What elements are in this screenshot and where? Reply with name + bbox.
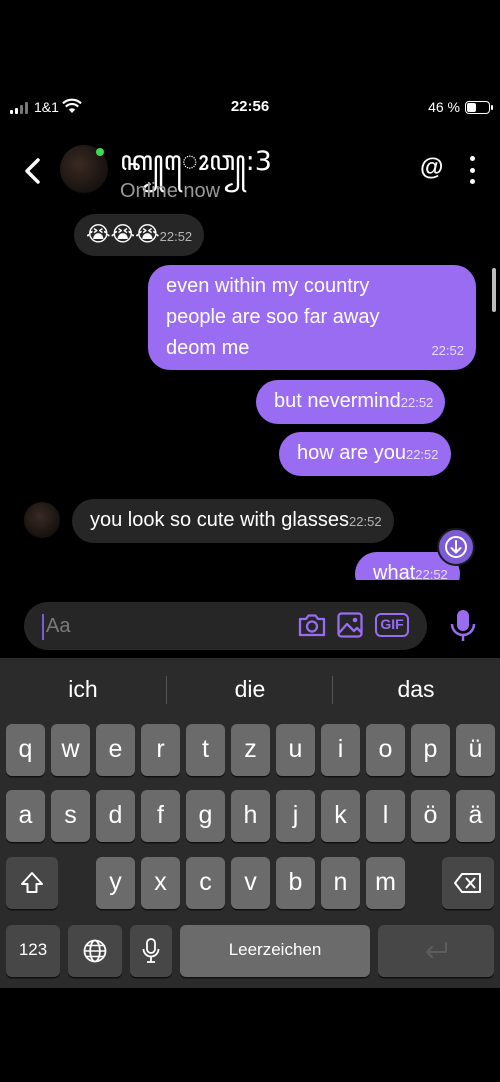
key[interactable]: j [276,790,315,842]
suggestion-item[interactable]: die [167,676,333,703]
message-line: deom me [166,337,250,359]
delete-key[interactable] [442,857,494,909]
shift-key[interactable] [6,857,58,909]
key[interactable]: r [141,724,180,776]
arrow-down-icon [445,536,467,558]
key[interactable]: e [96,724,135,776]
key[interactable]: a [6,790,45,842]
globe-icon [83,939,107,963]
keyboard: ich die das q w e r t z u i o p ü a s d … [0,658,500,988]
message-text: how are you [297,442,406,464]
key[interactable]: z [231,724,270,776]
globe-key[interactable] [68,925,122,977]
message-outgoing[interactable]: but nevermind22:52 [256,380,446,424]
return-icon [426,942,447,958]
image-icon[interactable] [336,611,364,639]
clock: 22:56 [230,98,270,115]
key[interactable]: k [321,790,360,842]
message-outgoing[interactable]: how are you22:52 [279,432,451,476]
chat-header: ꦏ꧀ꦺꦴꦮ꧀:3 Online now @ [0,140,500,210]
camera-icon[interactable] [297,612,327,638]
key[interactable]: i [321,724,360,776]
message-time: 22:52 [349,514,382,529]
key[interactable]: o [366,724,405,776]
text-caret [42,614,44,640]
return-key[interactable] [378,925,494,977]
numbers-key[interactable]: 123 [6,925,60,977]
gif-button[interactable]: GIF [375,613,409,637]
scrollbar[interactable] [492,268,496,312]
message-text: but nevermind [274,390,401,412]
key[interactable]: d [96,790,135,842]
status-bar: 1&1 22:56 46 % [0,96,500,122]
key[interactable]: n [321,857,360,909]
key[interactable]: x [141,857,180,909]
key[interactable]: b [276,857,315,909]
key[interactable]: m [366,857,405,909]
suggestion-item[interactable]: das [333,676,499,703]
microphone-icon[interactable] [447,607,479,645]
key[interactable]: u [276,724,315,776]
backspace-icon [454,873,481,893]
key[interactable]: f [141,790,180,842]
message-time: 22:52 [431,343,464,358]
message-incoming[interactable]: 😭😭😭22:52 [74,214,205,256]
contact-avatar-small[interactable] [24,502,60,538]
key[interactable]: ü [456,724,495,776]
message-list[interactable]: 😭😭😭22:52 even within my country people a… [0,210,500,580]
more-options-icon[interactable] [465,156,479,184]
message-time: 22:52 [415,567,448,580]
space-key[interactable]: Leerzeichen [180,925,370,977]
message-text: you look so cute with glasses [90,509,350,531]
key[interactable]: w [51,724,90,776]
message-incoming[interactable]: you look so cute with glasses22:52 [72,499,394,543]
message-outgoing[interactable]: even within my country people are soo fa… [148,265,476,370]
suggestion-bar: ich die das [0,658,500,722]
battery-icon [465,101,493,114]
message-composer[interactable]: Aa GIF [24,602,427,650]
scroll-to-bottom-button[interactable] [437,528,475,566]
key[interactable]: h [231,790,270,842]
suggestion-item[interactable]: ich [0,676,166,703]
message-input-placeholder[interactable]: Aa [46,615,70,638]
message-line: even within my country [166,275,370,297]
message-text: 😭😭😭 [86,223,160,246]
microphone-icon [142,938,160,963]
key[interactable]: s [51,790,90,842]
at-icon[interactable]: @ [420,154,443,182]
message-time: 22:52 [405,447,439,462]
online-indicator [96,148,104,156]
battery-percent: 46 % [428,99,460,115]
key[interactable]: ä [456,790,495,842]
key[interactable]: l [366,790,405,842]
message-time: 22:52 [400,395,434,410]
message-line: people are soo far away [166,306,380,328]
key[interactable]: p [411,724,450,776]
key[interactable]: t [186,724,225,776]
shift-icon [21,872,43,893]
dictation-key[interactable] [130,925,172,977]
key[interactable]: y [96,857,135,909]
back-chevron-icon[interactable] [18,154,48,188]
key[interactable]: ö [411,790,450,842]
key[interactable]: v [231,857,270,909]
key[interactable]: q [6,724,45,776]
message-time: 22:52 [159,229,193,244]
message-text: what [373,562,416,580]
key[interactable]: c [186,857,225,909]
key[interactable]: g [186,790,225,842]
presence-status: Online now [120,180,221,202]
